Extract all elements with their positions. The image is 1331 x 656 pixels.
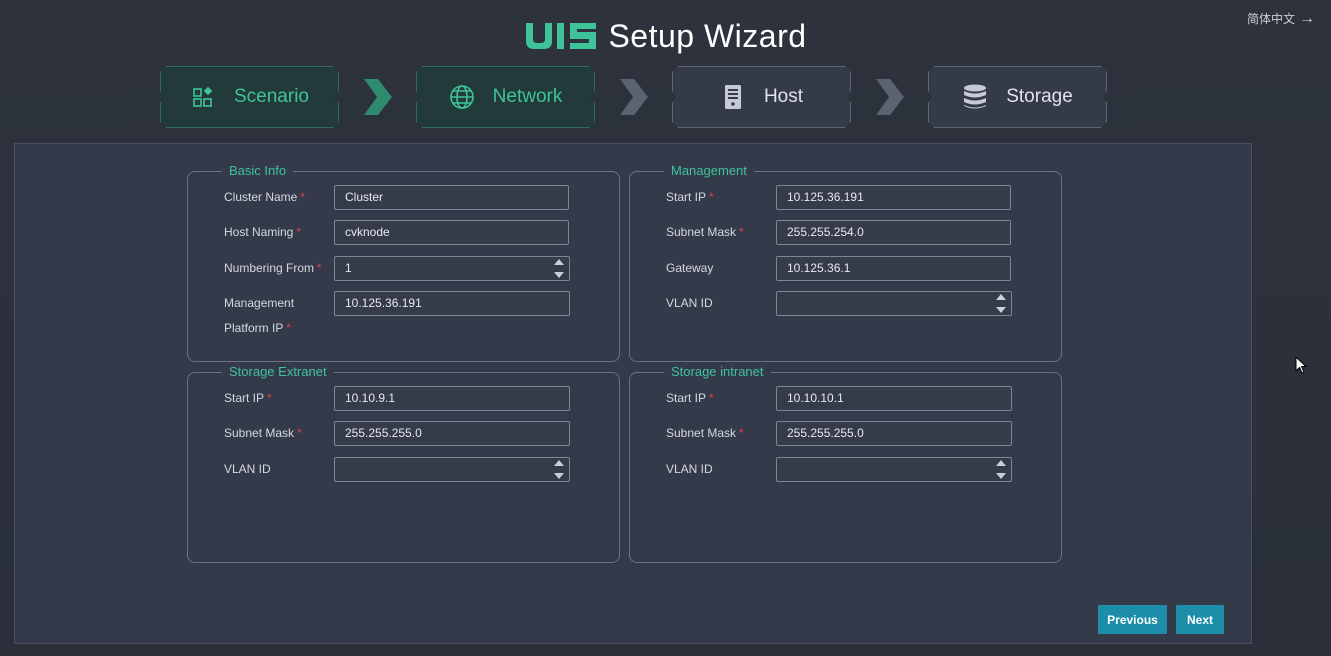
mouse-cursor-icon — [1295, 355, 1308, 374]
previous-button[interactable]: Previous — [1098, 605, 1167, 634]
step-label: Scenario — [234, 86, 309, 107]
chevron-right-icon — [339, 66, 416, 128]
field-label: Subnet Mask * — [666, 426, 744, 440]
globe-icon — [449, 84, 475, 110]
field-label: Host Naming * — [224, 225, 302, 239]
mgmt-vlan-id-input[interactable] — [776, 291, 1012, 316]
database-icon — [962, 84, 988, 110]
network-config-panel: Basic Info Cluster Name * Cluster Host Na… — [14, 143, 1252, 644]
field-label: VLAN ID — [224, 462, 271, 476]
step-label: Network — [492, 86, 563, 107]
step-scenario[interactable]: Scenario — [160, 66, 339, 128]
basic-info-section: Basic Info Cluster Name * Cluster Host Na… — [187, 163, 620, 362]
intranet-subnet-mask-input[interactable]: 255.255.255.0 — [776, 421, 1012, 446]
field-label: Subnet Mask * — [224, 426, 302, 440]
page-title: Setup Wizard — [608, 17, 807, 54]
extranet-vlan-id-input[interactable] — [334, 457, 570, 482]
step-storage[interactable]: Storage — [928, 66, 1107, 128]
field-label: Start IP * — [224, 391, 272, 405]
server-icon — [720, 84, 746, 110]
step-network[interactable]: Network — [416, 66, 595, 128]
numbering-from-input[interactable]: 1 — [334, 256, 570, 281]
mgmt-start-ip-input[interactable]: 10.125.36.191 — [776, 185, 1011, 210]
number-stepper[interactable] — [553, 259, 565, 278]
wizard-header: Setup Wizard — [0, 16, 1331, 56]
field-label: Subnet Mask * — [666, 225, 744, 239]
step-host[interactable]: Host — [672, 66, 851, 128]
field-label: VLAN ID — [666, 296, 713, 310]
section-legend: Storage intranet — [664, 364, 771, 379]
number-stepper[interactable] — [995, 460, 1007, 479]
storage-intranet-section: Storage intranet Start IP * 10.10.10.1 Su… — [629, 364, 1062, 563]
field-label: Management — [224, 296, 295, 310]
field-label: Platform IP * — [224, 321, 292, 335]
number-stepper[interactable] — [995, 294, 1007, 313]
field-label: Gateway — [666, 261, 714, 275]
cluster-name-input[interactable]: Cluster — [334, 185, 569, 210]
section-legend: Management — [664, 163, 754, 178]
mgmt-gateway-input[interactable]: 10.125.36.1 — [776, 256, 1011, 281]
field-label: Cluster Name * — [224, 190, 306, 204]
management-section: Management Start IP * 10.125.36.191 Subne… — [629, 163, 1062, 362]
section-legend: Basic Info — [222, 163, 294, 178]
chevron-right-icon — [595, 66, 672, 128]
mgmt-subnet-mask-input[interactable]: 255.255.254.0 — [776, 220, 1011, 245]
wizard-steps: Scenario Network Host Storage — [160, 66, 1107, 128]
storage-extranet-section: Storage Extranet Start IP * 10.10.9.1 Sub… — [187, 364, 620, 563]
field-label: Start IP * — [666, 391, 714, 405]
next-button[interactable]: Next — [1176, 605, 1224, 634]
management-platform-ip-input[interactable]: 10.125.36.191 — [334, 291, 570, 316]
step-label: Storage — [1006, 86, 1073, 107]
number-stepper[interactable] — [553, 460, 565, 479]
field-label: Start IP * — [666, 190, 714, 204]
scenario-icon — [190, 84, 216, 110]
uis-logo — [524, 21, 600, 51]
intranet-vlan-id-input[interactable] — [776, 457, 1012, 482]
chevron-right-icon — [851, 66, 928, 128]
extranet-subnet-mask-input[interactable]: 255.255.255.0 — [334, 421, 570, 446]
extranet-start-ip-input[interactable]: 10.10.9.1 — [334, 386, 570, 411]
field-label: Numbering From * — [224, 261, 322, 275]
field-label: VLAN ID — [666, 462, 713, 476]
step-label: Host — [763, 86, 804, 107]
host-naming-input[interactable]: cvknode — [334, 220, 569, 245]
intranet-start-ip-input[interactable]: 10.10.10.1 — [776, 386, 1012, 411]
section-legend: Storage Extranet — [222, 364, 334, 379]
